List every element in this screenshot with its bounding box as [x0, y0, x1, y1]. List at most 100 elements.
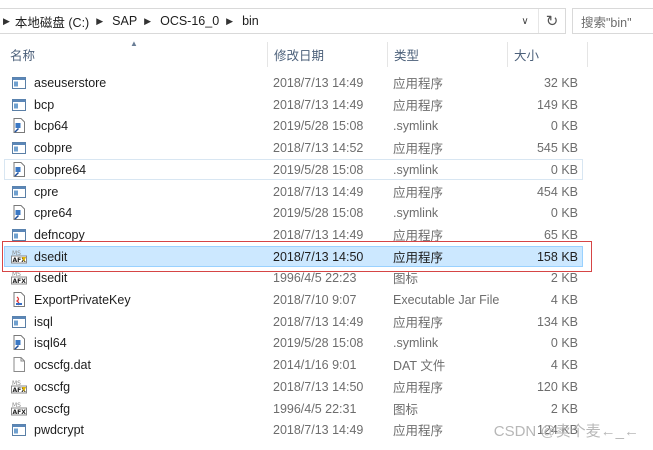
file-size: 4 KB: [550, 292, 578, 307]
file-name: dsedit: [34, 270, 68, 285]
file-size: 0 KB: [550, 335, 578, 350]
file-date-modified: 2018/7/13 14:49: [273, 184, 364, 199]
file-date-modified: 2018/7/13 14:49: [273, 227, 364, 242]
address-bar[interactable]: ▶ 本地磁盘 (C:) ▶ SAP ▶ OCS-16_0 ▶ bin ∨ ↻: [0, 8, 566, 34]
file-name: ExportPrivateKey: [34, 292, 131, 307]
file-row-cpre64[interactable]: cpre64 2019/5/28 15:08 .symlink 0 KB: [4, 202, 583, 223]
column-name[interactable]: 名称: [4, 42, 268, 67]
exe-icon: [11, 312, 27, 331]
file-type: 应用程序: [393, 316, 444, 330]
file-date-modified: 2018/7/13 14:49: [273, 97, 364, 112]
file-row-defncopy[interactable]: defncopy 2018/7/13 14:49 应用程序 65 KB: [4, 224, 583, 245]
symlink-icon: [11, 203, 27, 222]
file-type: .symlink: [393, 205, 439, 220]
file-name: cpre64: [34, 205, 73, 220]
column-type[interactable]: 类型: [388, 42, 508, 67]
file-name: dsedit: [34, 249, 68, 264]
file-row-exportprivatekey[interactable]: ExportPrivateKey 2018/7/10 9:07 Executable…: [4, 289, 583, 310]
file-date-modified: 2018/7/13 14:49: [273, 314, 364, 329]
file-row-ocscfg[interactable]: MS AFX ocscfg 2018/7/13 14:50 应用程序 120 KB: [4, 376, 583, 397]
file-type: 应用程序: [393, 424, 444, 438]
file-date-modified: 2019/5/28 15:08: [273, 118, 364, 133]
file-name: defncopy: [34, 227, 85, 242]
file-row-isql[interactable]: isql 2018/7/13 14:49 应用程序 134 KB: [4, 311, 583, 332]
exe-icon: [11, 225, 27, 244]
file-size: 149 KB: [536, 97, 578, 112]
file-date-modified: 2018/7/10 9:07: [273, 292, 357, 307]
breadcrumb-bin[interactable]: bin: [242, 9, 259, 33]
file-size: 134 KB: [536, 314, 578, 329]
refresh-icon[interactable]: ↻: [538, 9, 565, 33]
column-header: ▲ 名称 修改日期 类型 大小: [0, 39, 653, 67]
history-dropdown-icon[interactable]: ∨: [512, 9, 538, 33]
file-name: bcp: [34, 97, 55, 112]
file-type: 应用程序: [393, 186, 444, 200]
file-type: .symlink: [393, 335, 439, 350]
file-size: 65 KB: [543, 227, 578, 242]
file-type: 图标: [393, 272, 419, 286]
file-row-bcp[interactable]: bcp 2018/7/13 14:49 应用程序 149 KB: [4, 94, 583, 115]
file-name: aseuserstore: [34, 75, 107, 90]
breadcrumb-sap[interactable]: SAP: [112, 9, 137, 33]
afx-app-icon: MS AFX: [11, 247, 27, 266]
svg-text:AFX: AFX: [13, 409, 27, 416]
file-size: 158 KB: [536, 249, 578, 264]
breadcrumb-chevron-icon[interactable]: ▶: [96, 16, 103, 27]
svg-text:AFX: AFX: [13, 278, 27, 285]
file-row-dsedit[interactable]: MS AFX dsedit 1996/4/5 22:23 图标 2 KB: [4, 267, 583, 288]
file-row-cpre[interactable]: cpre 2018/7/13 14:49 应用程序 454 KB: [4, 181, 583, 202]
breadcrumb-chevron-icon[interactable]: ▶: [226, 16, 233, 27]
file-date-modified: 2019/5/28 15:08: [273, 335, 364, 350]
symlink-icon: [11, 116, 27, 135]
file-date-modified: 2018/7/13 14:52: [273, 140, 364, 155]
breadcrumb-chevron-icon[interactable]: ▶: [144, 16, 151, 27]
exe-icon: [11, 420, 27, 439]
symlink-icon: [11, 160, 27, 179]
file-name: cobpre: [34, 140, 73, 155]
exe-icon: [11, 138, 27, 157]
file-name: ocscfg: [34, 379, 71, 394]
file-type: .symlink: [393, 162, 439, 177]
watermark: CSDN @卖个麦←_←: [493, 423, 639, 440]
file-type: DAT 文件: [393, 359, 446, 373]
file-type: .symlink: [393, 118, 439, 133]
column-size[interactable]: 大小: [508, 42, 588, 67]
file-row-cobpre[interactable]: cobpre 2018/7/13 14:52 应用程序 545 KB: [4, 137, 583, 158]
file-type: 应用程序: [393, 99, 444, 113]
file-type: 应用程序: [393, 251, 444, 265]
file-type: 应用程序: [393, 229, 444, 243]
breadcrumb-drive-c[interactable]: 本地磁盘 (C:): [15, 9, 89, 33]
file-row-ocscfg[interactable]: MS AFX ocscfg 1996/4/5 22:31 图标 2 KB: [4, 398, 583, 419]
afx-ico-icon: MS AFX: [11, 268, 27, 287]
afx-app-icon: MS AFX: [11, 377, 27, 396]
file-date-modified: 1996/4/5 22:23: [273, 270, 357, 285]
file-size: 120 KB: [536, 379, 578, 394]
file-row-aseuserstore[interactable]: aseuserstore 2018/7/13 14:49 应用程序 32 KB: [4, 72, 583, 93]
file-type: 应用程序: [393, 381, 444, 395]
file-size: 2 KB: [550, 401, 578, 416]
blank-file-icon: [11, 355, 27, 374]
file-row-ocscfg-dat[interactable]: ocscfg.dat 2014/1/16 9:01 DAT 文件 4 KB: [4, 354, 583, 375]
exe-icon: [11, 73, 27, 92]
file-date-modified: 2019/5/28 15:08: [273, 162, 364, 177]
file-row-isql64[interactable]: isql64 2019/5/28 15:08 .symlink 0 KB: [4, 332, 583, 353]
column-date-modified[interactable]: 修改日期: [268, 42, 388, 67]
search-box[interactable]: 搜索"bin": [572, 8, 653, 34]
file-row-cobpre64[interactable]: cobpre64 2019/5/28 15:08 .symlink 0 KB: [4, 159, 583, 180]
exe-icon: [11, 182, 27, 201]
breadcrumb-root-chevron-icon[interactable]: ▶: [3, 16, 10, 27]
file-type: 应用程序: [393, 142, 444, 156]
afx-ico-icon: MS AFX: [11, 399, 27, 418]
file-date-modified: 1996/4/5 22:31: [273, 401, 357, 416]
file-row-bcp64[interactable]: bcp64 2019/5/28 15:08 .symlink 0 KB: [4, 115, 583, 136]
file-name: cpre: [34, 184, 59, 199]
file-date-modified: 2018/7/13 14:50: [273, 249, 364, 264]
file-name: bcp64: [34, 118, 69, 133]
file-name: ocscfg.dat: [34, 357, 91, 372]
breadcrumb-ocs-16-0[interactable]: OCS-16_0: [160, 9, 219, 33]
file-row-dsedit[interactable]: MS AFX dsedit 2018/7/13 14:50 应用程序 158 KB: [4, 246, 583, 267]
file-date-modified: 2019/5/28 15:08: [273, 205, 364, 220]
file-size: 2 KB: [550, 270, 578, 285]
exe-icon: [11, 95, 27, 114]
file-name: pwdcrypt: [34, 422, 85, 437]
